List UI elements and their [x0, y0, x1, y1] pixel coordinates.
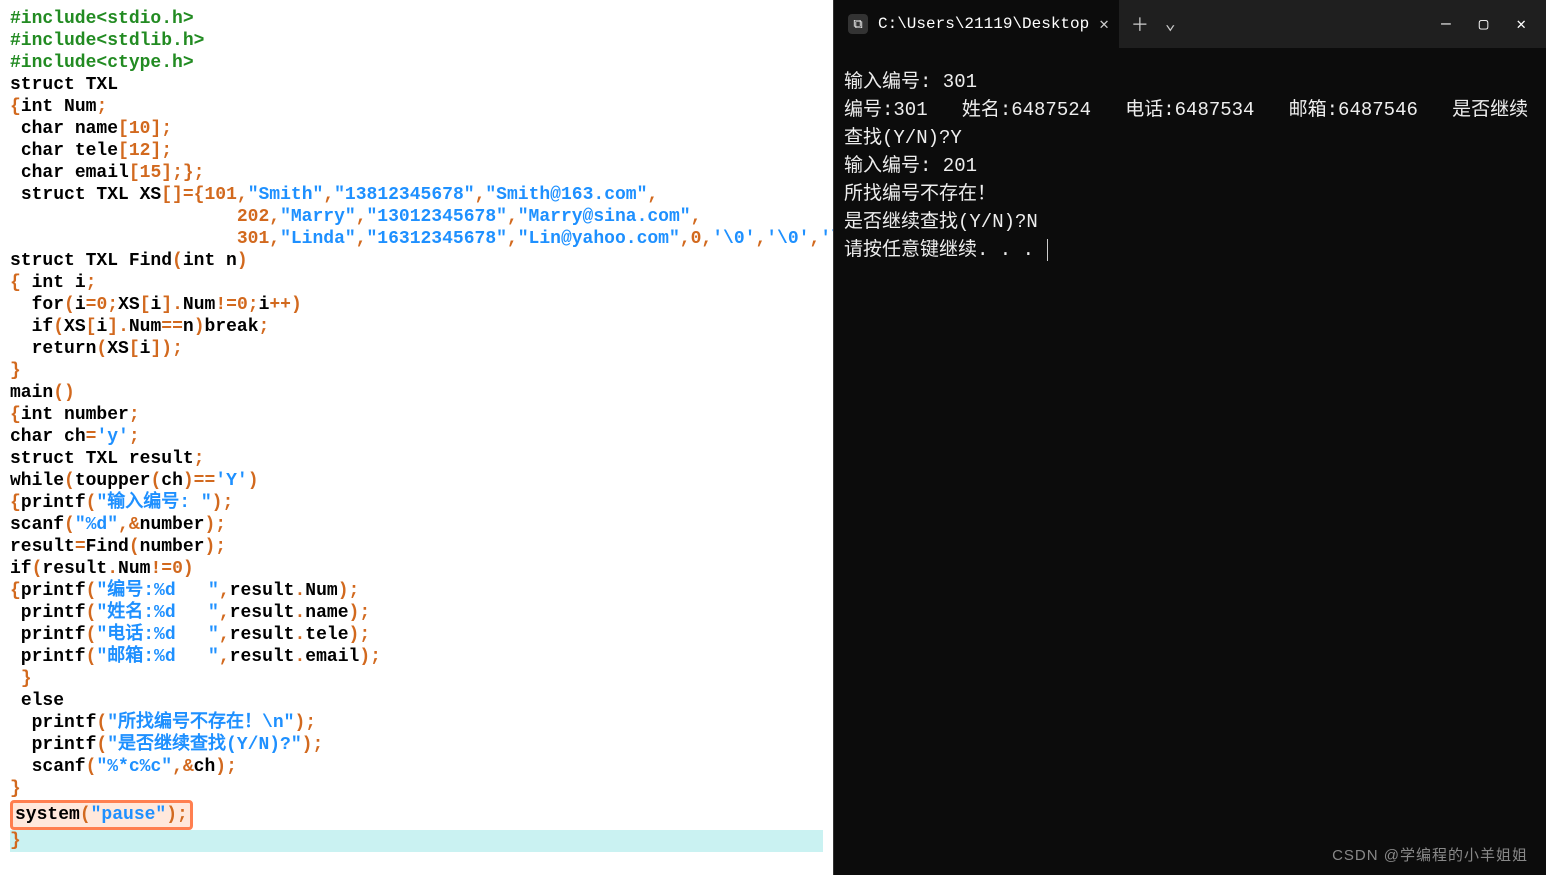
code-line[interactable]: char tele[12];: [10, 140, 823, 162]
cursor-code-line[interactable]: }: [10, 830, 823, 852]
new-tab-button[interactable]: ＋: [1131, 11, 1149, 37]
code-line[interactable]: struct TXL XS[]={101,"Smith","1381234567…: [10, 184, 823, 206]
code-line[interactable]: #include<ctype.h>: [10, 52, 823, 74]
watermark: CSDN @学编程的小羊姐姐: [1332, 844, 1528, 865]
code-line[interactable]: 301,"Linda","16312345678","Lin@yahoo.com…: [10, 228, 823, 250]
code-line[interactable]: {printf("编号:%d ",result.Num);: [10, 580, 823, 602]
code-line[interactable]: scanf("%d",&number);: [10, 514, 823, 536]
code-line[interactable]: printf("姓名:%d ",result.name);: [10, 602, 823, 624]
code-line[interactable]: scanf("%*c%c",&ch);: [10, 756, 823, 778]
window-controls: — ▢ ✕: [1421, 14, 1546, 34]
code-line[interactable]: printf("电话:%d ",result.tele);: [10, 624, 823, 646]
code-line[interactable]: }: [10, 360, 823, 382]
code-line[interactable]: printf("邮箱:%d ",result.email);: [10, 646, 823, 668]
code-line[interactable]: result=Find(number);: [10, 536, 823, 558]
code-line[interactable]: #include<stdio.h>: [10, 8, 823, 30]
code-line[interactable]: return(XS[i]);: [10, 338, 823, 360]
tab-dropdown-icon[interactable]: ⌄: [1165, 13, 1176, 35]
close-button[interactable]: ✕: [1516, 14, 1526, 34]
code-line[interactable]: char email[15];};: [10, 162, 823, 184]
code-line[interactable]: {int number;: [10, 404, 823, 426]
terminal-window: ⧉ C:\Users\21119\Desktop ✕ ＋ ⌄ — ▢ ✕ 输入编…: [833, 0, 1546, 875]
code-line[interactable]: if(XS[i].Num==n)break;: [10, 316, 823, 338]
code-line[interactable]: else: [10, 690, 823, 712]
code-line[interactable]: struct TXL result;: [10, 448, 823, 470]
code-line[interactable]: for(i=0;XS[i].Num!=0;i++): [10, 294, 823, 316]
code-editor[interactable]: #include<stdio.h>#include<stdlib.h>#incl…: [0, 0, 833, 875]
terminal-tab[interactable]: ⧉ C:\Users\21119\Desktop ✕: [834, 0, 1119, 48]
code-line[interactable]: printf("所找编号不存在！\n");: [10, 712, 823, 734]
code-line[interactable]: 202,"Marry","13012345678","Marry@sina.co…: [10, 206, 823, 228]
code-line[interactable]: char ch='y';: [10, 426, 823, 448]
tabbar-actions: ＋ ⌄: [1119, 11, 1188, 37]
terminal-cursor: [1047, 239, 1048, 261]
maximize-button[interactable]: ▢: [1479, 14, 1489, 34]
tab-close-icon[interactable]: ✕: [1099, 14, 1109, 34]
code-line[interactable]: while(toupper(ch)=='Y'): [10, 470, 823, 492]
code-line[interactable]: }: [10, 668, 823, 690]
code-line[interactable]: printf("是否继续查找(Y/N)?");: [10, 734, 823, 756]
code-line[interactable]: #include<stdlib.h>: [10, 30, 823, 52]
terminal-output[interactable]: 输入编号: 301 编号:301 姓名:6487524 电话:6487534 邮…: [834, 48, 1546, 284]
code-line[interactable]: main(): [10, 382, 823, 404]
code-line[interactable]: }: [10, 778, 823, 800]
cmd-icon: ⧉: [848, 14, 868, 34]
code-line[interactable]: struct TXL: [10, 74, 823, 96]
terminal-tab-title: C:\Users\21119\Desktop: [878, 15, 1089, 33]
code-line[interactable]: {printf("输入编号: ");: [10, 492, 823, 514]
terminal-titlebar: ⧉ C:\Users\21119\Desktop ✕ ＋ ⌄ — ▢ ✕: [834, 0, 1546, 48]
code-line[interactable]: { int i;: [10, 272, 823, 294]
code-line[interactable]: {int Num;: [10, 96, 823, 118]
code-line[interactable]: char name[10];: [10, 118, 823, 140]
code-line[interactable]: struct TXL Find(int n): [10, 250, 823, 272]
highlighted-code-line[interactable]: system("pause");: [10, 800, 823, 830]
code-line[interactable]: if(result.Num!=0): [10, 558, 823, 580]
minimize-button[interactable]: —: [1441, 15, 1451, 33]
